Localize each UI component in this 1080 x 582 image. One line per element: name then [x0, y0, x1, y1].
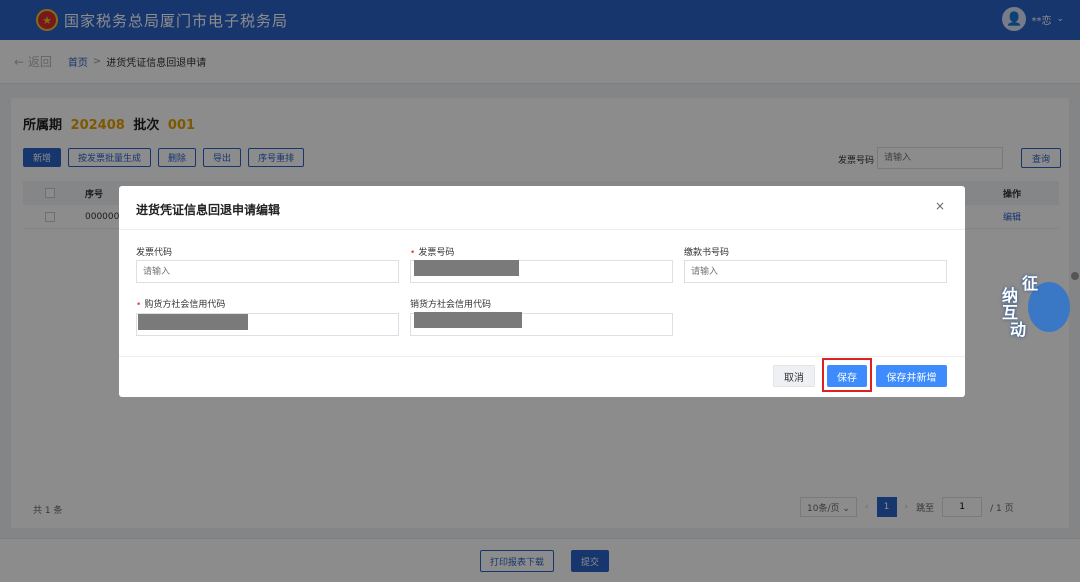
payment-no-label: 缴款书号码 [684, 248, 730, 258]
buyer-credit-code-label: • 购货方社会信用代码 [136, 300, 226, 310]
save-and-new-button[interactable]: 保存并新增 [876, 365, 947, 387]
required-mark: • [410, 248, 416, 258]
dialog-footer-divider [119, 356, 965, 357]
payment-no-input[interactable] [684, 260, 947, 283]
dialog-title: 进货凭证信息回退申请编辑 [136, 203, 281, 217]
save-button[interactable]: 保存 [827, 365, 867, 387]
redacted-value [414, 312, 522, 328]
dialog-divider [119, 229, 965, 230]
invoice-number-label: • 发票号码 [410, 248, 455, 258]
interaction-mascot-widget[interactable]: 征 纳 互 动 [998, 272, 1072, 340]
mascot-char: 动 [1010, 320, 1027, 339]
seller-credit-code-label: 销货方社会信用代码 [410, 300, 492, 310]
redacted-value [138, 314, 248, 330]
mascot-char: 征 [1022, 274, 1039, 293]
cancel-button[interactable]: 取消 [773, 365, 815, 387]
invoice-code-label: 发票代码 [136, 248, 173, 258]
invoice-code-input[interactable] [136, 260, 399, 283]
close-icon[interactable]: × [935, 199, 945, 213]
required-mark: • [136, 300, 142, 310]
side-handle-icon[interactable] [1071, 272, 1079, 280]
redacted-value [414, 260, 519, 276]
edit-dialog: 进货凭证信息回退申请编辑 × 发票代码 •发票号码 缴款书号码 •购货方社会信用… [119, 186, 965, 397]
